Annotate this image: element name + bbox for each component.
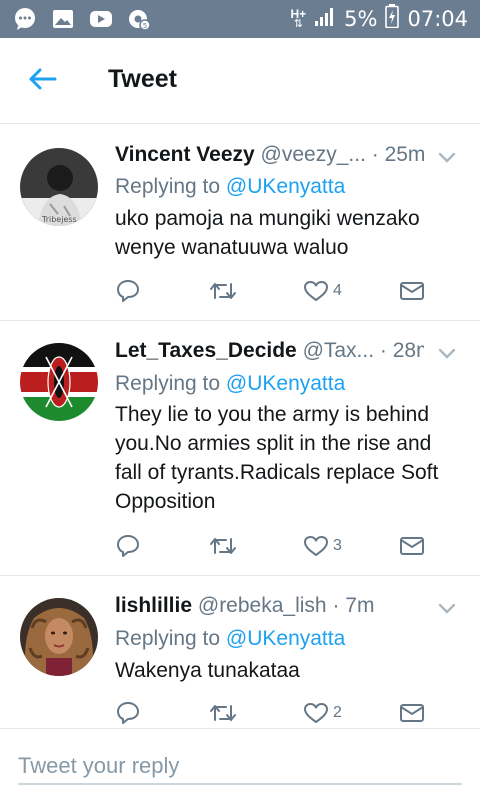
battery-percent: 5% [344, 7, 378, 31]
tweet-text: uko pamoja na mungiki wenzako wenye wana… [115, 207, 420, 259]
chat-icon [12, 6, 38, 32]
gallery-icon [50, 6, 76, 32]
like-button[interactable]: 4 [303, 276, 342, 306]
user-handle[interactable]: @veezy_... [261, 143, 366, 166]
back-button[interactable] [22, 64, 62, 98]
heart-icon [303, 701, 329, 725]
replying-to-label: Replying to [115, 372, 226, 395]
reply-button[interactable] [115, 698, 141, 728]
avatar-watermark: Tribejess [41, 215, 77, 224]
arrow-left-icon [27, 67, 57, 96]
replying-to-label: Replying to [115, 175, 226, 198]
direct-message-button[interactable] [399, 698, 425, 728]
heart-icon [303, 279, 329, 303]
tweet-text: Wakenya tunakataa [115, 659, 300, 682]
page-title: Tweet [108, 65, 177, 93]
user-handle[interactable]: @rebeka_lish [198, 594, 327, 617]
mention-link[interactable]: @UKenyatta [226, 372, 345, 395]
tweet-header: Let_Taxes_Decide @Tax... · 28m [115, 338, 424, 364]
tweet-header: Vincent Veezy @veezy_... · 25m [115, 142, 424, 168]
envelope-icon [399, 280, 425, 302]
retweet-button[interactable] [209, 531, 237, 561]
reply-button[interactable] [115, 276, 141, 306]
tweet-time: · 25m [371, 143, 424, 166]
heart-icon [303, 534, 329, 558]
tweet-options-button[interactable] [434, 342, 460, 368]
user-name[interactable]: Let_Taxes_Decide [115, 339, 297, 362]
clock: 07:04 [407, 7, 468, 31]
like-count: 3 [333, 537, 342, 554]
reply-composer [0, 728, 480, 800]
reply-icon [115, 700, 141, 726]
reply-icon [115, 278, 141, 304]
tweet-time: · 28m [379, 339, 424, 362]
retweet-button[interactable] [209, 276, 237, 306]
envelope-icon [399, 702, 425, 724]
retweet-button[interactable] [209, 698, 237, 728]
tweet-item[interactable]: Tribejess Vincent Veezy @veezy_... · 25m… [0, 124, 480, 321]
user-name[interactable]: lishlillie [115, 594, 192, 617]
avatar[interactable]: Tribejess [20, 148, 98, 226]
svg-text:5: 5 [143, 22, 147, 30]
chevron-down-icon [438, 346, 456, 364]
envelope-icon [399, 535, 425, 557]
avatar[interactable] [20, 343, 98, 421]
like-button[interactable]: 3 [303, 531, 342, 561]
tweet-header: lishlillie @rebeka_lish · 7m [115, 593, 424, 619]
tweet-actions: 2 [115, 698, 435, 728]
tweet-item[interactable]: Let_Taxes_Decide @Tax... · 28m Replying … [0, 321, 480, 576]
mention-link[interactable]: @UKenyatta [226, 627, 345, 650]
like-count: 4 [333, 282, 342, 299]
reply-input[interactable] [18, 749, 462, 785]
battery-charging-icon [385, 4, 400, 34]
retweet-icon [209, 279, 237, 303]
mention-link[interactable]: @UKenyatta [226, 175, 345, 198]
replying-to: Replying to @UKenyatta [115, 173, 345, 201]
user-handle[interactable]: @Tax... [303, 339, 375, 362]
user-name[interactable]: Vincent Veezy [115, 143, 255, 166]
app-header: Tweet [0, 38, 480, 124]
tweet-time: · 7m [332, 594, 375, 617]
notification-icons: 5 [12, 6, 152, 32]
system-status: H+ ⇅ 5% 07:04 [290, 4, 468, 34]
network-type-icon: H+ ⇅ [290, 7, 307, 30]
tweet-options-button[interactable] [434, 597, 460, 623]
reply-icon [115, 533, 141, 559]
retweet-icon [209, 534, 237, 558]
replying-to: Replying to @UKenyatta [115, 625, 345, 653]
tweet-options-button[interactable] [434, 146, 460, 172]
status-bar: 5 H+ ⇅ 5% 07:04 [0, 0, 480, 38]
direct-message-button[interactable] [399, 276, 425, 306]
replying-to-label: Replying to [115, 627, 226, 650]
direct-message-button[interactable] [399, 531, 425, 561]
like-count: 2 [333, 704, 342, 721]
settings-icon: 5 [126, 6, 152, 32]
chevron-down-icon [438, 150, 456, 168]
signal-icon [314, 5, 336, 33]
youtube-icon [88, 6, 114, 32]
avatar[interactable] [20, 598, 98, 676]
replying-to: Replying to @UKenyatta [115, 370, 345, 398]
retweet-icon [209, 701, 237, 725]
tweet-actions: 3 [115, 531, 435, 561]
tweet-actions: 4 [115, 276, 435, 306]
like-button[interactable]: 2 [303, 698, 342, 728]
chevron-down-icon [438, 601, 456, 619]
reply-button[interactable] [115, 531, 141, 561]
tweet-text: They lie to you the army is behind you.N… [115, 403, 439, 513]
tweet-item[interactable]: lishlillie @rebeka_lish · 7m Replying to… [0, 576, 480, 728]
